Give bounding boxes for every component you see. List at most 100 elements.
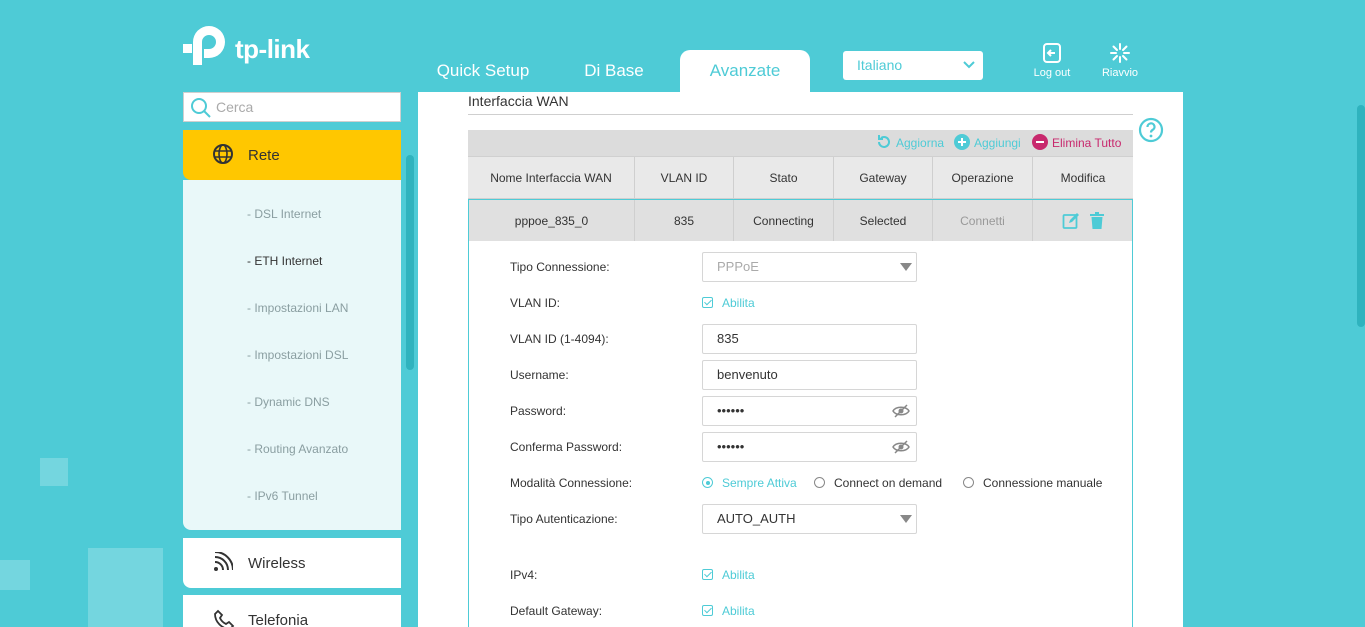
radio-selected-icon bbox=[702, 477, 713, 488]
globe-icon bbox=[213, 144, 233, 164]
trash-icon[interactable] bbox=[1089, 211, 1104, 230]
confirm-password-input[interactable]: •••••• bbox=[702, 432, 917, 462]
confirm-password-label: Conferma Password: bbox=[510, 440, 623, 454]
interface-edit-form: Tipo Connessione: PPPoE VLAN ID: Abilita… bbox=[468, 241, 1133, 627]
default-gateway-label: Default Gateway: bbox=[510, 604, 603, 618]
auth-type-label: Tipo Autenticazione: bbox=[510, 512, 618, 526]
column-header: Gateway bbox=[834, 157, 933, 198]
background-decoration bbox=[0, 560, 30, 590]
sidebar-section-rete[interactable]: Rete bbox=[183, 130, 401, 180]
language-selected: Italiano bbox=[857, 57, 903, 73]
row-actions bbox=[1033, 200, 1132, 241]
table-toolbar: Aggiorna Aggiungi Elimina Tutto bbox=[468, 130, 1133, 156]
remove-icon bbox=[1032, 134, 1048, 150]
row-interface-name: pppoe_835_0 bbox=[469, 200, 635, 241]
mode-option-label: Connessione manuale bbox=[983, 476, 1103, 490]
username-label: Username: bbox=[510, 368, 569, 382]
password-input[interactable]: •••••• bbox=[702, 396, 917, 426]
caret-down-icon bbox=[900, 263, 912, 271]
sidebar-item-eth-internet[interactable]: - ETH Internet bbox=[247, 254, 322, 268]
radio-icon bbox=[814, 477, 825, 488]
default-gateway-enable-label: Abilita bbox=[722, 604, 755, 618]
vlan-id-input[interactable]: 835 bbox=[702, 324, 917, 354]
connection-type-select[interactable]: PPPoE bbox=[702, 252, 917, 282]
tab-quick-setup[interactable]: Quick Setup bbox=[425, 50, 541, 92]
column-header: Stato bbox=[734, 157, 834, 198]
sidebar-item-dsl-internet[interactable]: - DSL Internet bbox=[247, 207, 321, 221]
tab-avanzate[interactable]: Avanzate bbox=[680, 50, 810, 92]
username-input[interactable]: benvenuto bbox=[702, 360, 917, 390]
row-gateway: Selected bbox=[834, 200, 933, 241]
sidebar-item-impostazioni-lan[interactable]: - Impostazioni LAN bbox=[247, 301, 348, 315]
reboot-icon bbox=[1110, 43, 1130, 63]
column-header: Operazione bbox=[933, 157, 1033, 198]
connection-mode-label: Modalità Connessione: bbox=[510, 476, 633, 490]
eye-hidden-icon[interactable] bbox=[892, 440, 910, 454]
add-icon bbox=[954, 134, 970, 150]
vlan-label: VLAN ID: bbox=[510, 296, 561, 310]
search-input[interactable] bbox=[216, 97, 386, 117]
radio-icon bbox=[963, 477, 974, 488]
sidebar-section-label: Telefonia bbox=[248, 612, 309, 627]
edit-icon[interactable] bbox=[1062, 212, 1080, 230]
column-header: Nome Interfaccia WAN bbox=[468, 157, 635, 198]
logo-text: tp-link bbox=[235, 34, 310, 64]
sidebar-section-label: Rete bbox=[248, 147, 280, 164]
help-icon[interactable] bbox=[1138, 117, 1164, 143]
password-value: •••••• bbox=[717, 403, 745, 418]
phone-icon bbox=[214, 609, 235, 627]
ipv4-label: IPv4: bbox=[510, 568, 538, 582]
rete-submenu: - DSL Internet - ETH Internet - Impostaz… bbox=[183, 180, 401, 530]
password-label: Password: bbox=[510, 404, 567, 418]
wifi-icon bbox=[214, 552, 233, 571]
checkbox-checked-icon bbox=[702, 605, 713, 616]
sidebar-section-telefonia[interactable]: Telefonia bbox=[183, 595, 401, 627]
auth-type-select[interactable]: AUTO_AUTH bbox=[702, 504, 917, 534]
mode-option-label: Sempre Attiva bbox=[722, 476, 797, 490]
refresh-icon bbox=[878, 135, 890, 148]
sidebar-item-impostazioni-dsl[interactable]: - Impostazioni DSL bbox=[247, 348, 348, 362]
vlan-enable-label: Abilita bbox=[722, 296, 755, 310]
reboot-button[interactable]: Riavvio bbox=[1090, 42, 1150, 79]
logout-icon bbox=[1043, 43, 1061, 63]
checkbox-checked-icon bbox=[702, 297, 713, 308]
row-status: Connecting bbox=[734, 200, 834, 241]
caret-down-icon bbox=[900, 515, 912, 523]
refresh-label: Aggiorna bbox=[896, 136, 945, 150]
main-panel: Interfaccia WAN Aggiorna Aggiungi Elimin… bbox=[418, 92, 1183, 627]
page-scrollbar[interactable] bbox=[1357, 105, 1365, 327]
connection-type-label: Tipo Connessione: bbox=[510, 260, 610, 274]
page-title: Interfaccia WAN bbox=[468, 93, 569, 109]
table-header: Nome Interfaccia WAN VLAN ID Stato Gatew… bbox=[468, 156, 1133, 199]
tab-di-base[interactable]: Di Base bbox=[560, 50, 668, 92]
sidebar-item-ipv6-tunnel[interactable]: - IPv6 Tunnel bbox=[247, 489, 318, 503]
row-vlan-id: 835 bbox=[635, 200, 734, 241]
vlan-id-label: VLAN ID (1-4094): bbox=[510, 332, 609, 346]
delete-all-label: Elimina Tutto bbox=[1052, 136, 1122, 150]
title-divider bbox=[468, 114, 1133, 115]
table-row[interactable]: pppoe_835_0 835 Connecting Selected Conn… bbox=[468, 199, 1133, 241]
connect-button[interactable]: Connetti bbox=[933, 200, 1033, 241]
logout-button[interactable]: Log out bbox=[1022, 42, 1082, 79]
sidebar-item-dynamic-dns[interactable]: - Dynamic DNS bbox=[247, 395, 330, 409]
sidebar-scrollbar[interactable] bbox=[406, 155, 414, 370]
mode-option-label: Connect on demand bbox=[834, 476, 943, 490]
reboot-label: Riavvio bbox=[1101, 67, 1139, 79]
chevron-down-icon bbox=[963, 61, 975, 69]
checkbox-checked-icon bbox=[702, 569, 713, 580]
connection-type-value: PPPoE bbox=[717, 259, 759, 274]
logout-label: Log out bbox=[1033, 67, 1071, 79]
tp-link-logo: tp-link bbox=[183, 22, 323, 74]
sidebar-section-wireless[interactable]: Wireless bbox=[183, 538, 401, 588]
confirm-password-value: •••••• bbox=[717, 439, 745, 454]
background-decoration bbox=[40, 458, 68, 486]
sidebar-section-label: Wireless bbox=[248, 555, 306, 572]
add-label: Aggiungi bbox=[974, 136, 1021, 150]
eye-hidden-icon[interactable] bbox=[892, 404, 910, 418]
language-select[interactable]: Italiano bbox=[843, 51, 983, 80]
auth-type-value: AUTO_AUTH bbox=[717, 511, 796, 526]
search-icon bbox=[191, 98, 211, 118]
search-box bbox=[183, 92, 401, 122]
background-decoration bbox=[88, 548, 163, 627]
sidebar-item-routing-avanzato[interactable]: - Routing Avanzato bbox=[247, 442, 348, 456]
